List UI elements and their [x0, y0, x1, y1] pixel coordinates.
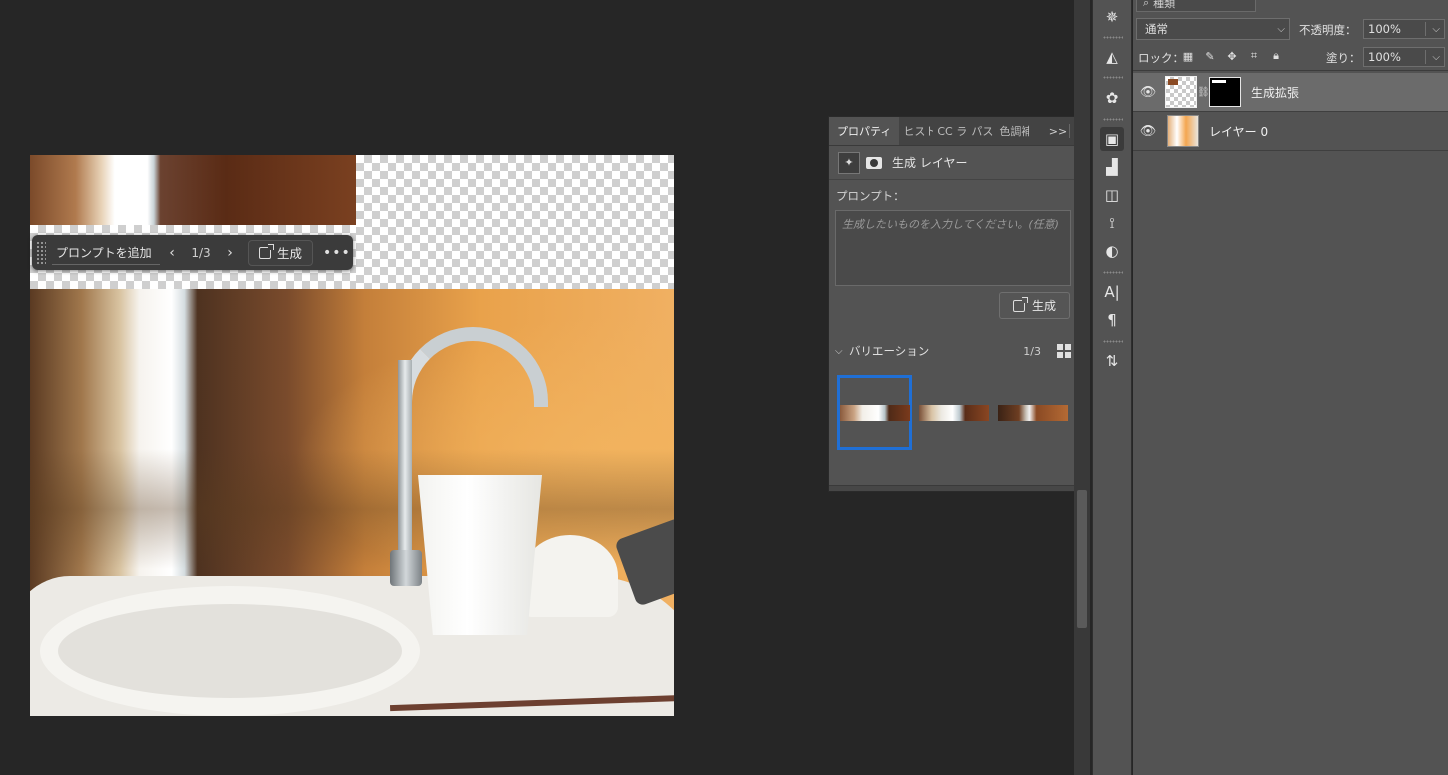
eye-icon[interactable]: 👁︎: [1133, 124, 1163, 139]
variation-thumbnail-3[interactable]: [998, 405, 1068, 421]
layers-panel: ⌕ 種類 ▣ ◑ T ⬚ ◧ 通常 ⌵ 不透明度： 100% ⌵ ロック： ▦ …: [1133, 0, 1448, 775]
lock-image-icon[interactable]: ✎: [1203, 49, 1217, 63]
histogram-icon[interactable]: ▟: [1100, 155, 1124, 179]
filter-label: 種類: [1153, 0, 1176, 10]
generate-icon: [259, 243, 274, 259]
variation-counter: 1/3: [191, 245, 211, 260]
layer-thumbnail[interactable]: [1165, 76, 1197, 108]
library-icon[interactable]: ◫: [1100, 183, 1124, 207]
sink-bowl: [40, 586, 420, 716]
search-icon: ⌕: [1143, 0, 1150, 9]
tab-cc-libraries[interactable]: CC ライ: [933, 117, 967, 145]
tab-adjustments[interactable]: 色調補: [995, 117, 1029, 145]
grid-view-icon[interactable]: [1057, 344, 1071, 358]
chevron-left-icon[interactable]: ‹: [160, 241, 184, 265]
layer-comps-icon[interactable]: ▣: [1100, 127, 1124, 151]
link-icon[interactable]: ⛓︎: [1197, 87, 1210, 98]
generated-extension-area: [30, 155, 356, 225]
layer-row[interactable]: 👁︎ ⛓︎ 生成拡張: [1133, 73, 1448, 111]
contextual-task-bar: プロンプトを追加 ‹ 1/3 › 生成 •••: [32, 235, 353, 270]
layer-name: 生成拡張: [1251, 85, 1300, 100]
transparent-area: [356, 155, 674, 289]
variations-count: 1/3: [1023, 344, 1041, 358]
blend-mode-value: 通常: [1145, 22, 1168, 36]
properties-panel: プロパティ ヒストリ CC ライ パス 色調補 >> ≡ ✦ 生成 レイヤー プ…: [828, 116, 1090, 492]
adjustment-icon[interactable]: ◐: [1100, 239, 1124, 263]
mask-icon[interactable]: [866, 156, 882, 169]
faucet-pipe: [398, 360, 412, 570]
character-icon[interactable]: A|: [1100, 280, 1124, 304]
fill-label: 塗り：: [1326, 51, 1361, 65]
layer-filter-select[interactable]: ⌕ 種類: [1136, 0, 1256, 12]
lock-transparency-icon[interactable]: ▦: [1181, 49, 1195, 63]
prompt-input[interactable]: プロンプトを追加: [52, 241, 160, 265]
generate-icon: [1012, 296, 1028, 312]
variations-label: バリエーション: [849, 344, 930, 358]
3d-icon[interactable]: ◭: [1100, 45, 1124, 69]
paper-cup: [418, 475, 542, 635]
drag-handle[interactable]: [36, 240, 46, 265]
blend-mode-select[interactable]: 通常 ⌵: [1136, 18, 1290, 40]
lock-all-icon[interactable]: 🔒︎: [1269, 49, 1283, 63]
chevron-right-icon[interactable]: ›: [218, 241, 242, 265]
layer-thumbnail[interactable]: [1167, 115, 1199, 147]
variation-thumbnail-2[interactable]: [919, 405, 989, 421]
chevron-down-icon[interactable]: ⌵: [1432, 24, 1440, 35]
lock-artboard-icon[interactable]: ⌗: [1247, 49, 1261, 63]
pen-path-icon[interactable]: ⟟: [1100, 211, 1124, 235]
fill-field[interactable]: 100% ⌵: [1363, 47, 1445, 67]
lock-position-icon[interactable]: ✥: [1225, 49, 1239, 63]
eye-icon[interactable]: 👁︎: [1133, 85, 1163, 100]
chevron-down-icon[interactable]: ⌵: [1432, 52, 1440, 63]
generate-label: 生成: [277, 246, 303, 261]
prompt-heading: プロンプト：: [836, 189, 905, 203]
color-circles-icon[interactable]: ✿: [1100, 86, 1124, 110]
tab-properties[interactable]: プロパティ: [829, 117, 900, 145]
generate-button[interactable]: 生成: [248, 239, 314, 266]
variations-header[interactable]: ⌵ バリエーション 1/3: [835, 341, 1071, 361]
prompt-textarea[interactable]: 生成したいものを入力してください。(任意): [835, 210, 1071, 286]
lock-icons: ▦ ✎ ✥ ⌗ 🔒︎: [1181, 49, 1283, 63]
layer-row[interactable]: 👁︎ レイヤー 0: [1133, 112, 1448, 150]
compass-icon[interactable]: ✵: [1100, 5, 1124, 29]
opacity-field[interactable]: 100% ⌵: [1363, 19, 1445, 39]
generative-layer-icon[interactable]: ✦: [838, 151, 860, 174]
opacity-label: 不透明度：: [1299, 23, 1357, 37]
layer-type-row: ✦ 生成 レイヤー: [829, 146, 1089, 180]
variation-thumbnail-1[interactable]: [840, 405, 910, 421]
panel-dock: ✵ ◭ ✿ ▣ ▟ ◫ ⟟ ◐ A| ¶ ⇅: [1092, 0, 1132, 775]
lock-label: ロック：: [1138, 51, 1184, 65]
layer-name: レイヤー 0: [1209, 124, 1269, 139]
glyph-swap-icon[interactable]: ⇅: [1100, 349, 1124, 373]
chevron-down-icon[interactable]: ⌵: [835, 346, 849, 357]
paragraph-icon[interactable]: ¶: [1100, 308, 1124, 332]
cup-holder: [522, 535, 618, 617]
layer-type-label: 生成 レイヤー: [892, 156, 968, 170]
tab-paths[interactable]: パス: [967, 117, 995, 145]
more-options-icon[interactable]: •••: [323, 245, 351, 261]
generate-label: 生成: [1031, 299, 1056, 313]
generate-button-panel[interactable]: 生成: [999, 292, 1070, 319]
canvas-vertical-scrollbar[interactable]: [1074, 0, 1090, 775]
panel-tabs: プロパティ ヒストリ CC ライ パス 色調補 >> ≡: [829, 117, 1089, 146]
more-tabs-button[interactable]: >>: [1047, 117, 1069, 145]
panel-resize-handle[interactable]: [829, 485, 1089, 491]
layer-mask-thumbnail[interactable]: [1209, 77, 1241, 107]
tab-history[interactable]: ヒストリ: [899, 117, 933, 145]
chevron-down-icon: ⌵: [1277, 23, 1285, 35]
